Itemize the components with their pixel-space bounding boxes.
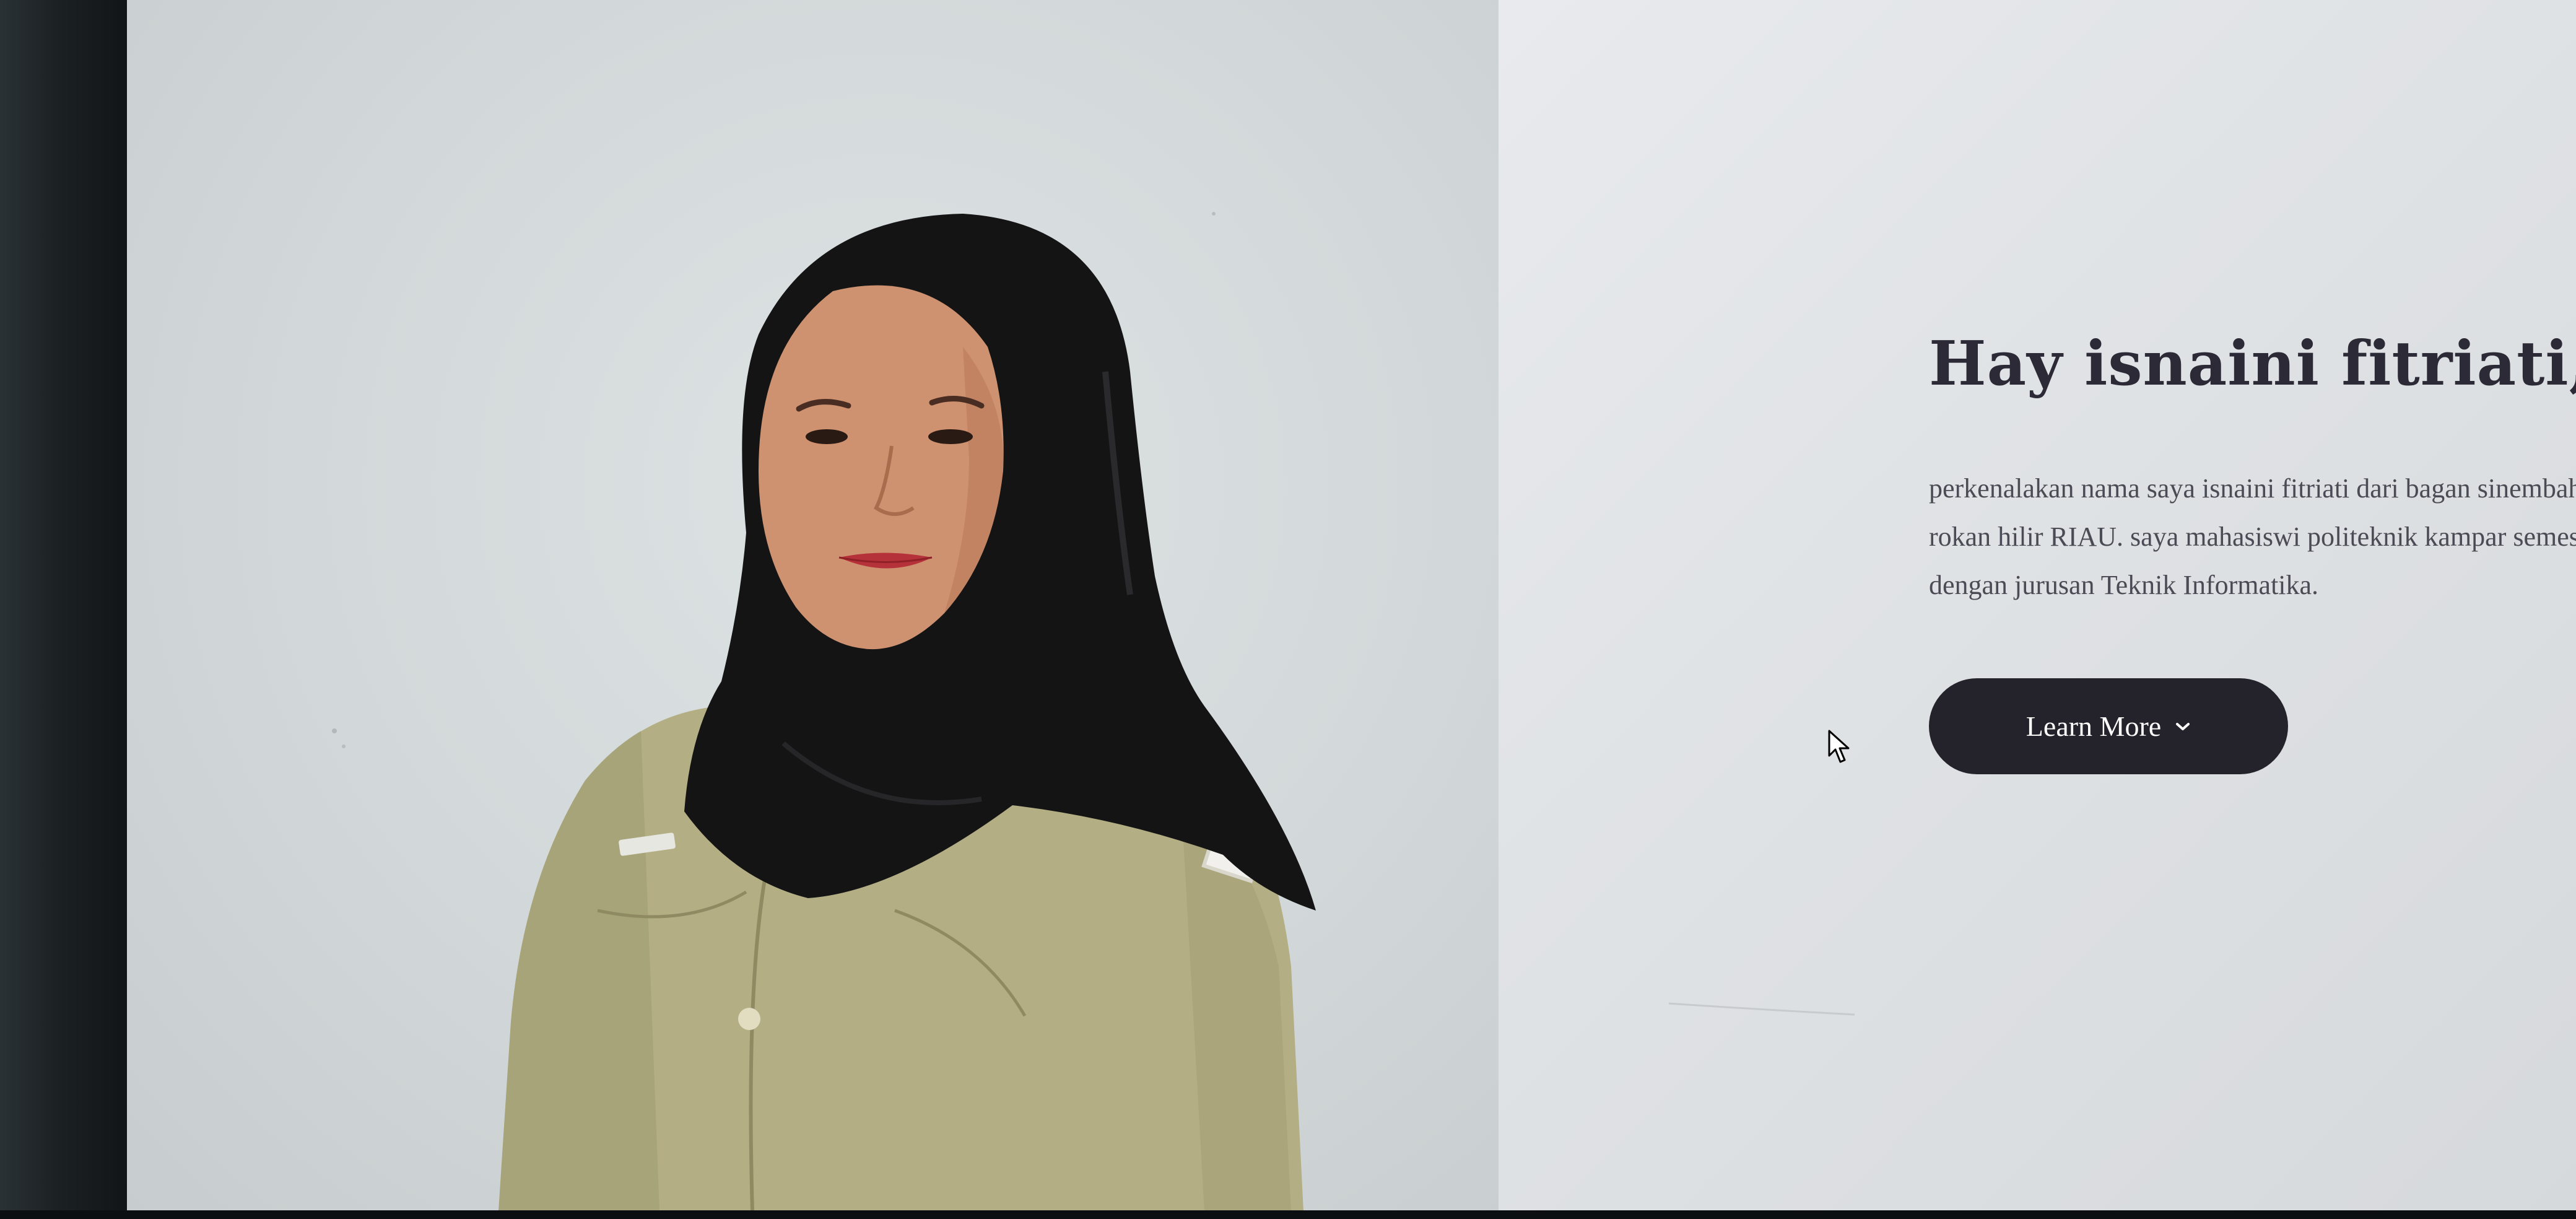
profile-photo-illustration [332,212,1316,1212]
screen-smudge [1668,1002,1855,1016]
profile-photo [127,0,1499,1212]
screen: Hay isnaini fitriati, perkenalakan nama … [127,0,2576,1212]
chevron-down-icon [2175,721,2191,732]
mouse-cursor-icon [1828,730,1850,763]
page-title: Hay isnaini fitriati, [1929,328,2576,400]
monitor-bezel [0,0,133,1219]
monitor-bezel-bottom [0,1210,2576,1219]
hero-description: perkenalakan nama saya isnaini fitriati … [1929,473,2576,600]
learn-more-label: Learn More [2026,710,2162,742]
hero-section: Hay isnaini fitriati, perkenalakan nama … [1499,0,2576,1212]
learn-more-button[interactable]: Learn More [1929,678,2288,774]
